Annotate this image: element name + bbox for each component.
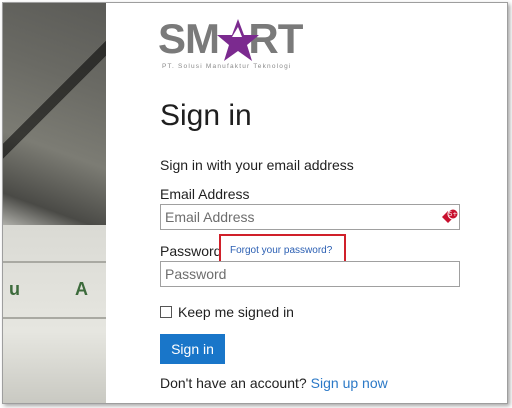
password-label: Password [160,243,222,259]
logo-tagline: PT. Solusi Manufaktur Teknologi [162,63,292,70]
email-field[interactable] [160,204,460,230]
background-image: u A [3,3,106,403]
truck-panel-line [3,261,106,263]
svg-text:5+: 5+ [449,211,458,218]
sign-up-link[interactable]: Sign up now [311,375,388,391]
signup-prompt: Don't have an account? Sign up now [160,375,388,391]
keep-signed-in-checkbox[interactable] [160,306,172,318]
logo-star-icon [217,19,259,61]
sign-in-intro: Sign in with your email address [160,157,354,173]
truck-decal: A [75,279,88,299]
truck-panel-line [3,317,106,319]
browser-frame: u A SMART PT. Solusi Manufaktur Teknolog… [2,2,508,404]
keep-signed-in-label[interactable]: Keep me signed in [178,304,294,320]
email-label: Email Address [160,186,250,202]
sign-in-panel: SMART PT. Solusi Manufaktur Teknologi Si… [106,3,507,403]
password-manager-icon[interactable]: 5+ [439,207,459,227]
truck-image: u A [3,225,106,403]
page-title: Sign in [160,99,252,132]
signup-prompt-text: Don't have an account? [160,375,307,391]
forgot-password-link[interactable]: Forgot your password? [230,245,332,256]
company-logo: SMART PT. Solusi Manufaktur Teknologi [158,15,328,79]
sign-in-button[interactable]: Sign in [160,334,225,364]
password-field[interactable] [160,261,460,287]
truck-decal: u [9,279,20,299]
